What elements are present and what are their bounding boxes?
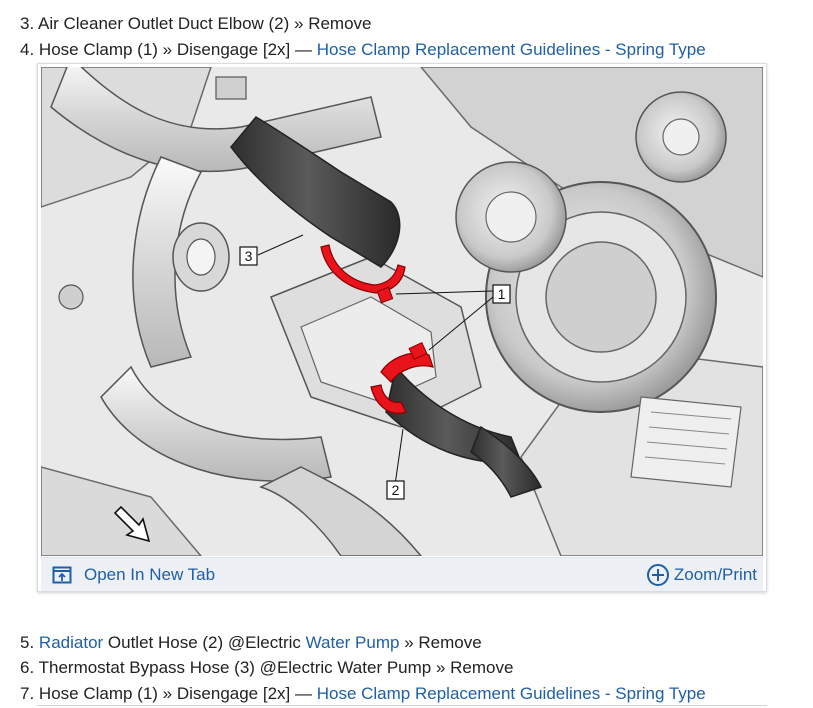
- step-text: Outlet Hose (2) @Electric: [103, 633, 306, 652]
- step-number: 5.: [20, 633, 35, 652]
- step-text: Thermostat Bypass Hose (3) @Electric Wat…: [38, 658, 514, 677]
- svg-text:1: 1: [498, 286, 506, 302]
- step-text: Air Cleaner Outlet Duct Elbow (2) » Remo…: [37, 14, 372, 33]
- step-text-end: » Remove: [399, 633, 482, 652]
- svg-text:2: 2: [392, 482, 400, 498]
- callout-1: 1: [492, 284, 511, 304]
- zoom-print-button[interactable]: Zoom/Print: [646, 564, 757, 586]
- step-text: Hose Clamp (1) » Disengage [2x] —: [38, 40, 317, 59]
- zoom-plus-icon: [646, 564, 669, 586]
- open-in-new-tab-button[interactable]: Open In New Tab: [52, 564, 215, 586]
- procedure-figure: 3 1 2 Open In New Tab Zoom/Print: [37, 63, 767, 592]
- bottom-divider: [37, 705, 767, 706]
- open-new-tab-icon: [52, 566, 72, 584]
- engine-line-drawing: 3 1 2: [41, 67, 763, 556]
- step-4: 4. Hose Clamp (1) » Disengage [2x] — Hos…: [20, 39, 706, 61]
- step-5: 5. Radiator Outlet Hose (2) @Electric Wa…: [20, 632, 482, 654]
- hose-clamp-guidelines-link-2[interactable]: Hose Clamp Replacement Guidelines - Spri…: [317, 684, 706, 703]
- callout-2: 2: [386, 480, 405, 500]
- step-7: 7. Hose Clamp (1) » Disengage [2x] — Hos…: [20, 683, 706, 705]
- step-number: 3.: [20, 14, 35, 33]
- engine-illustration: 3 1 2: [41, 67, 763, 556]
- step-3: 3. Air Cleaner Outlet Duct Elbow (2) » R…: [20, 13, 372, 35]
- open-in-new-tab-label: Open In New Tab: [84, 565, 216, 584]
- water-pump-link[interactable]: Water Pump: [306, 633, 400, 652]
- zoom-print-label: Zoom/Print: [673, 565, 757, 584]
- step-number: 7.: [20, 684, 35, 703]
- step-text: Hose Clamp (1) » Disengage [2x] —: [38, 684, 317, 703]
- figure-toolbar: Open In New Tab Zoom/Print: [41, 557, 763, 591]
- step-number: 4.: [20, 40, 35, 59]
- step-number: 6.: [20, 658, 35, 677]
- hose-clamp-guidelines-link[interactable]: Hose Clamp Replacement Guidelines - Spri…: [317, 40, 706, 59]
- radiator-link[interactable]: Radiator: [39, 633, 103, 652]
- step-6: 6. Thermostat Bypass Hose (3) @Electric …: [20, 657, 513, 679]
- svg-text:3: 3: [245, 248, 253, 264]
- callout-3: 3: [239, 246, 258, 266]
